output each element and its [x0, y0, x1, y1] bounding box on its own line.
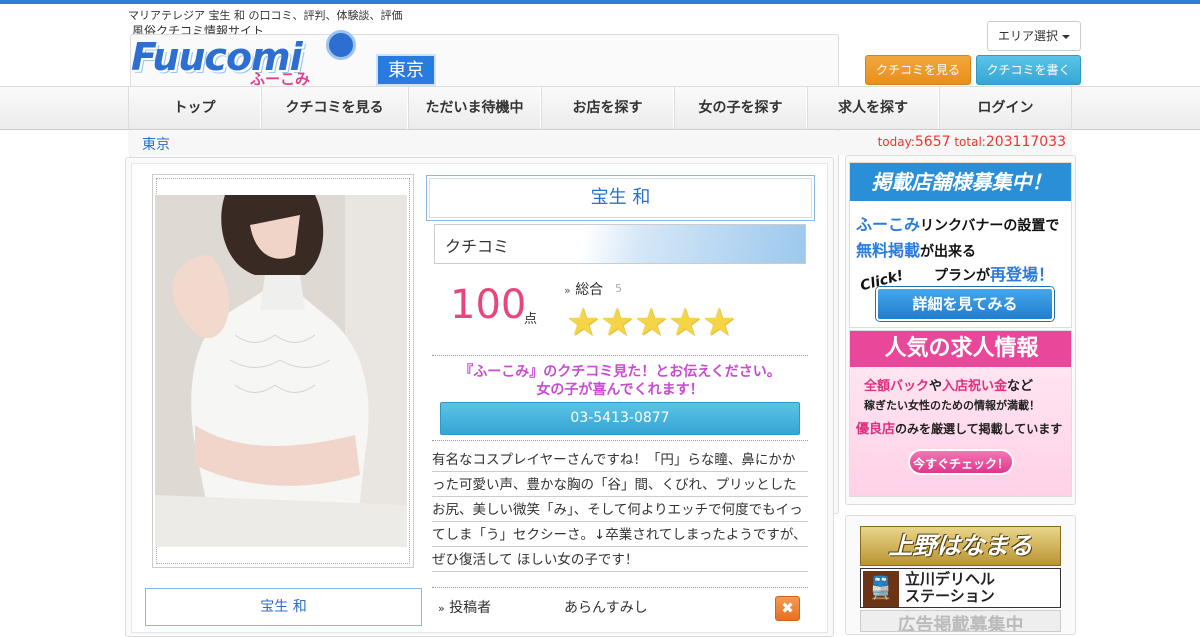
- divider: [432, 355, 808, 356]
- job-banner-title: 人気の求人情報: [850, 331, 1071, 367]
- main-nav: トップ クチコミを見る ただいま待機中 お店を探す 女の子を探す 求人を探す ロ…: [128, 87, 1072, 129]
- girl-name: 宝生 和: [429, 178, 812, 218]
- area-badge: 東京: [376, 54, 436, 86]
- job-info-banner[interactable]: 人気の求人情報 全額バックや入店祝い金など 稼ぎたい女性のための情報が満載！ 優…: [849, 330, 1072, 497]
- poster-label-text: 投稿者: [449, 600, 492, 616]
- star-icon: ★: [702, 300, 737, 344]
- poster-name: あらんすみし: [564, 600, 648, 616]
- train-icon: 🚆: [863, 571, 899, 607]
- girl-name-box: 宝生 和: [426, 175, 815, 221]
- breadcrumb-bar: 東京 today:5657 total:203117033: [128, 131, 1072, 155]
- area-select-dropdown[interactable]: エリア選択: [987, 21, 1081, 51]
- profile-photo[interactable]: [155, 195, 407, 547]
- write-review-button[interactable]: クチコミを書く: [976, 55, 1081, 85]
- site-logo[interactable]: 風俗クチコミ情報サイト Fuucomi ふーこみ: [128, 20, 839, 514]
- listing-banner-line-3: プランが再登場！: [934, 265, 1055, 284]
- ad-banner-ueno-hanamaru[interactable]: 上野はなまる: [860, 526, 1061, 566]
- star-icon: ★: [634, 300, 669, 344]
- breadcrumb-area[interactable]: 東京: [142, 134, 170, 154]
- total-count: 203117033: [985, 134, 1066, 150]
- star-icon: ★: [566, 300, 601, 344]
- review-description: 有名なコスプレイヤーさんですね！「円」らな瞳、鼻にかかった可愛い声、豊かな胸の「…: [432, 452, 807, 568]
- nav-item-top[interactable]: トップ: [128, 87, 261, 129]
- overall-rating-text: 総合: [575, 282, 604, 298]
- total-label: total:: [954, 135, 986, 149]
- divider: [432, 587, 808, 588]
- today-count: 5657: [914, 134, 951, 150]
- double-chevron-right-icon: »: [564, 284, 571, 297]
- listing-recruit-banner[interactable]: 掲載店舗様募集中！ ふーこみリンクバナーの設置で 無料掲載が出来る プランが再登…: [849, 162, 1072, 328]
- chevron-down-icon: [1062, 34, 1070, 39]
- job-banner-line-2: 稼ぎたい女性のための情報が満載！: [864, 399, 1040, 412]
- star-rating: ★★★★★: [566, 300, 736, 346]
- listing-banner-title: 掲載店舗様募集中！: [850, 163, 1071, 201]
- job-check-button[interactable]: 今すぐチェック！: [908, 449, 1014, 475]
- listing-details-button[interactable]: 詳細を見てみる: [876, 287, 1054, 321]
- job-banner-line-3: 優良店のみを厳選して掲載しています: [856, 422, 1063, 437]
- review-tab-label: クチコミ: [445, 237, 510, 256]
- listing-banner-line-2: 無料掲載が出来る: [856, 241, 977, 260]
- logo-circle-mark: [326, 30, 356, 60]
- access-counter: today:5657 total:203117033: [878, 134, 1066, 150]
- ad-banner-recruiting[interactable]: 広告掲載募集中: [860, 610, 1061, 632]
- promo-line-2: 女の子が喜んでくれます！: [536, 382, 704, 398]
- poster-label: » 投稿者: [438, 597, 491, 617]
- divider: [432, 440, 808, 441]
- phone-button[interactable]: 03-5413-0877: [440, 402, 800, 435]
- today-label: today:: [877, 135, 915, 149]
- area-select-label: エリア選択: [997, 29, 1058, 43]
- listing-banner-line-1: ふーこみリンクバナーの設置で: [856, 215, 1060, 234]
- nav-item-login[interactable]: ログイン: [939, 87, 1072, 129]
- overall-rating-count: 5: [615, 282, 622, 295]
- nav-item-standby[interactable]: ただいま待機中: [408, 87, 541, 129]
- promo-message: 『ふーこみ』のクチコミ見た！とお伝えください。 女の子が喜んでくれます！: [432, 363, 808, 399]
- girl-name-secondary[interactable]: 宝生 和: [145, 588, 422, 626]
- double-chevron-right-icon: »: [438, 602, 445, 615]
- nav-item-find-girl[interactable]: 女の子を探す: [674, 87, 807, 129]
- close-icon[interactable]: ✖: [775, 596, 800, 621]
- job-banner-line-1: 全額バックや入店祝い金など: [864, 379, 1034, 394]
- review-score: 100: [450, 282, 527, 328]
- nav-item-see-reviews[interactable]: クチコミを見る: [261, 87, 408, 129]
- profile-photo-frame: [152, 174, 414, 568]
- ad-banner-tachikawa-station[interactable]: 🚆 立川デリヘル ステーション: [860, 568, 1061, 608]
- promo-line-1: 『ふーこみ』のクチコミ見た！とお伝えください。: [459, 364, 781, 380]
- review-score-unit: 点: [524, 312, 538, 327]
- profile-photo-illustration: [155, 195, 407, 547]
- nav-item-jobs[interactable]: 求人を探す: [807, 87, 939, 129]
- site-header: マリアテレジア 宝生 和 の口コミ、評判、体験談、評価 風俗クチコミ情報サイト …: [0, 4, 1200, 514]
- see-reviews-button[interactable]: クチコミを見る: [865, 55, 971, 85]
- star-icon: ★: [668, 300, 703, 344]
- review-tab[interactable]: クチコミ: [434, 224, 806, 264]
- overall-rating-label: » 総合: [564, 279, 603, 299]
- ad-banner-tachikawa-text: 立川デリヘル ステーション: [905, 570, 996, 605]
- main-nav-bar: トップ クチコミを見る ただいま待機中 お店を探す 女の子を探す 求人を探す ロ…: [0, 86, 1200, 130]
- nav-item-find-shop[interactable]: お店を探す: [541, 87, 674, 129]
- star-icon: ★: [600, 300, 635, 344]
